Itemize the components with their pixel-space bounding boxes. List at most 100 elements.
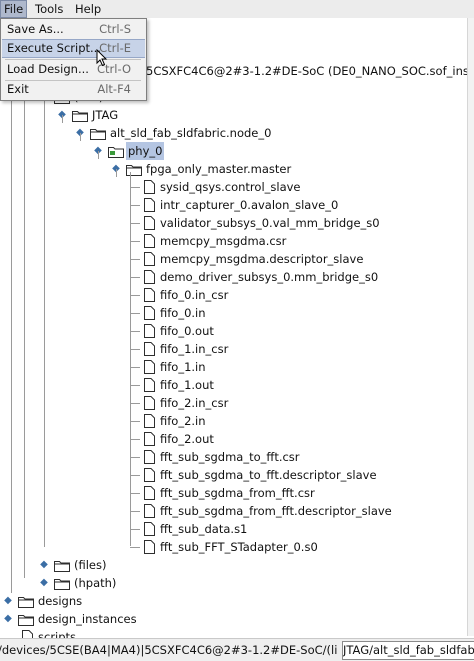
tree-node-label: alt_sld_fab_sldfabric.node_0 — [110, 126, 272, 140]
tree-node-service[interactable]: memcpy_msgdma.descriptor_slave — [0, 250, 466, 268]
document-icon — [144, 378, 155, 392]
tree-node-label: (hpath) — [74, 576, 117, 590]
document-icon — [144, 342, 155, 356]
menu-help[interactable]: Help — [72, 1, 104, 17]
expand-toggle-icon[interactable]: ◆ — [2, 592, 14, 610]
menu-help-label: Help — [75, 2, 102, 16]
menu-file[interactable]: File — [0, 0, 28, 18]
tree-node-label: JTAG — [92, 108, 119, 122]
tree-node-label: validator_subsys_0.val_mm_bridge_s0 — [160, 216, 380, 230]
expand-toggle-icon[interactable]: ◆ — [2, 610, 14, 628]
tree-node-label: memcpy_msgdma.csr — [160, 234, 287, 248]
menu-item-label: Load Design... — [7, 62, 89, 76]
tree-node-label: (files) — [74, 558, 107, 572]
tree-node-master[interactable]: ◆fpga_only_master.master — [0, 160, 466, 178]
vertical-scrollbar[interactable] — [467, 18, 474, 636]
tree-node-label: fifo_0.in_csr — [160, 288, 229, 302]
status-path-field[interactable]: JTAG/alt_sld_fab_sldfabri — [342, 641, 474, 660]
tree-node-jtag[interactable]: ◆JTAG — [0, 106, 466, 124]
document-icon — [144, 540, 155, 554]
tree-connector-line — [98, 151, 99, 159]
tree-node-service[interactable]: fft_sub_sgdma_from_fft.csr — [0, 484, 466, 502]
tree-node-service[interactable]: fifo_1.in_csr — [0, 340, 466, 358]
tree-node-label: designs — [38, 594, 83, 608]
system-explorer-tree: 5CSXFC4C6@2#3-1.2#DE-SoC (DE0_NANO_SOC.s… — [0, 18, 474, 644]
tree-node-label: fifo_0.in — [160, 306, 206, 320]
menu-tools[interactable]: Tools — [32, 1, 66, 17]
status-bar: /devices/5CSE(BA4|MA4)|5CSXFC4C6@2#3-1.2… — [0, 638, 474, 661]
document-icon — [144, 504, 155, 518]
tree-node-label: fifo_2.out — [160, 432, 214, 446]
tree-node-label: sysid_qsys.control_slave — [160, 180, 301, 194]
tree-connector-line — [62, 115, 63, 123]
tree-node-service[interactable]: fifo_2.out — [0, 430, 466, 448]
folder-icon — [90, 127, 106, 140]
tree-node-service[interactable]: demo_driver_subsys_0.mm_bridge_s0 — [0, 268, 466, 286]
tree-node-service[interactable]: fft_sub_FFT_STadapter_0.s0 — [0, 538, 466, 556]
expand-toggle-icon[interactable]: ◆ — [38, 556, 50, 574]
tree-node-label: memcpy_msgdma.descriptor_slave — [160, 252, 364, 266]
tree-node-hpath[interactable]: ◆ (hpath) — [0, 574, 466, 592]
tree-connector-line — [80, 133, 81, 141]
tree-node-label: design_instances — [38, 612, 137, 626]
menu-item-execute-script[interactable]: Execute Script... Ctrl-E — [2, 39, 145, 58]
document-icon — [144, 198, 155, 212]
document-icon — [144, 270, 155, 284]
file-menu-dropdown: Save As... Ctrl-S Execute Script... Ctrl… — [0, 18, 147, 101]
expand-toggle-icon[interactable]: ◆ — [38, 574, 50, 592]
tree-node-service[interactable]: fifo_0.out — [0, 322, 466, 340]
tree-node-fabric[interactable]: ◆alt_sld_fab_sldfabric.node_0 — [0, 124, 466, 142]
tree-node-service[interactable]: fft_sub_sgdma_to_fft.descriptor_slave — [0, 466, 466, 484]
menu-item-save-as[interactable]: Save As... Ctrl-S — [2, 20, 145, 39]
tree-node-phy[interactable]: ◆phy_0 — [0, 142, 466, 160]
document-icon — [144, 522, 155, 536]
document-icon — [144, 180, 155, 194]
tree-node-label: fft_sub_sgdma_from_fft.descriptor_slave — [160, 504, 392, 518]
menu-item-exit[interactable]: Exit Alt-F4 — [2, 80, 145, 99]
menu-item-label: Exit — [7, 82, 29, 96]
document-icon — [144, 432, 155, 446]
tree-node-service[interactable]: fifo_2.in — [0, 412, 466, 430]
tree-node-service[interactable]: fft_sub_sgdma_to_fft.csr — [0, 448, 466, 466]
tree-node-service[interactable]: fifo_1.in — [0, 358, 466, 376]
tree-node-service[interactable]: fifo_0.in_csr — [0, 286, 466, 304]
tree-node-service[interactable]: validator_subsys_0.val_mm_bridge_s0 — [0, 214, 466, 232]
document-icon — [144, 468, 155, 482]
menu-item-shortcut: Alt-F4 — [97, 82, 131, 96]
tree-node-label: fifo_1.in_csr — [160, 342, 229, 356]
menu-tools-label: Tools — [35, 2, 64, 16]
menu-item-label: Execute Script... — [7, 41, 101, 55]
tree-node-files[interactable]: ◆ (files) — [0, 556, 466, 574]
tree-node-service[interactable]: fifo_0.in — [0, 304, 466, 322]
mouse-pointer-icon — [96, 49, 108, 67]
tree-node-service[interactable]: memcpy_msgdma.csr — [0, 232, 466, 250]
document-icon — [144, 306, 155, 320]
tree-node-service[interactable]: intr_capturer_0.avalon_slave_0 — [0, 196, 466, 214]
folder-icon — [54, 559, 70, 572]
tree-node-service[interactable]: sysid_qsys.control_slave — [0, 178, 466, 196]
tree-node-label: 5CSXFC4C6@2#3-1.2#DE-SoC (DE0_NANO_SOC.s… — [146, 64, 474, 78]
document-icon — [144, 486, 155, 500]
folder-icon — [72, 109, 88, 122]
tree-node-label: fft_sub_FFT_STadapter_0.s0 — [160, 540, 318, 554]
menu-item-label: Save As... — [7, 22, 64, 36]
document-icon — [144, 216, 155, 230]
tree-node-service[interactable]: fifo_1.out — [0, 376, 466, 394]
tree-node-service[interactable]: fifo_2.in_csr — [0, 394, 466, 412]
tree-node-design-instances[interactable]: ◆ design_instances — [0, 610, 466, 628]
document-icon — [144, 288, 155, 302]
document-icon — [144, 396, 155, 410]
tree-node-label: fifo_1.in — [160, 360, 206, 374]
tree-connector-line — [116, 169, 117, 177]
folder-icon — [126, 163, 142, 176]
tree-node-label: fft_sub_data.s1 — [160, 522, 248, 536]
menu-item-load-design[interactable]: Load Design... Ctrl-O — [2, 60, 145, 79]
document-icon — [144, 234, 155, 248]
tree-node-service[interactable]: fft_sub_data.s1 — [0, 520, 466, 538]
tree-node-label: intr_capturer_0.avalon_slave_0 — [160, 198, 339, 212]
tree-node-service[interactable]: fft_sub_sgdma_from_fft.descriptor_slave — [0, 502, 466, 520]
tree-node-label: fifo_2.in_csr — [160, 396, 229, 410]
tree-node-designs[interactable]: ◆ designs — [0, 592, 466, 610]
document-icon — [144, 360, 155, 374]
tree-node-label: fifo_1.out — [160, 378, 214, 392]
